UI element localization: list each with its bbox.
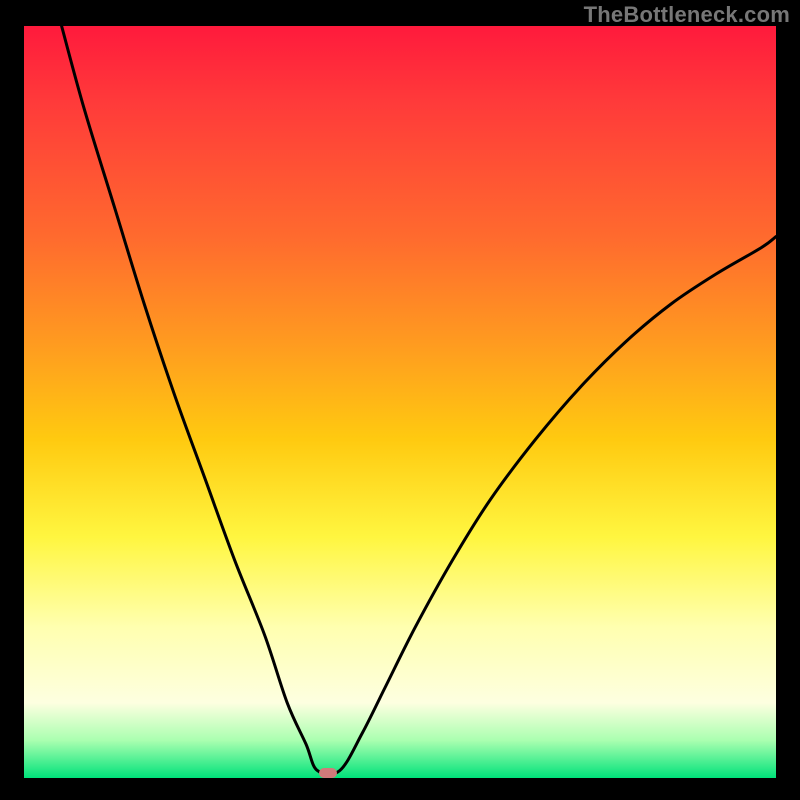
chart-stage: TheBottleneck.com bbox=[0, 0, 800, 800]
optimum-marker bbox=[319, 768, 337, 778]
curve-svg bbox=[24, 26, 776, 778]
bottleneck-curve bbox=[62, 26, 776, 775]
plot-area bbox=[24, 26, 776, 778]
watermark-text: TheBottleneck.com bbox=[584, 2, 790, 28]
